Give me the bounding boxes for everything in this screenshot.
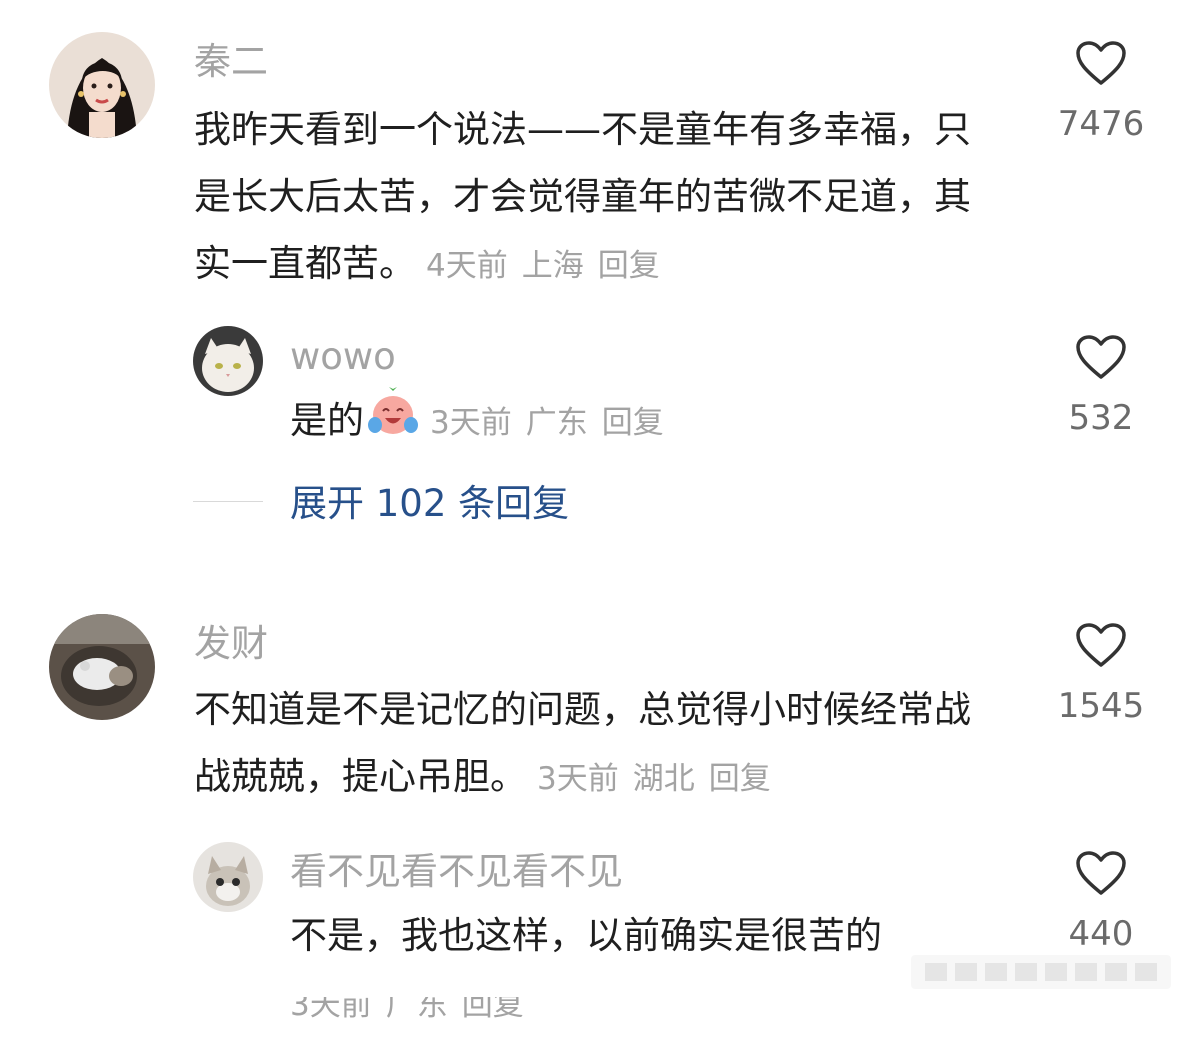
heart-outline-icon[interactable] <box>1075 40 1127 86</box>
heart-outline-icon[interactable] <box>1075 334 1127 380</box>
comment-text-block: 不知道是不是记忆的问题，总觉得小时候经常战战兢兢，提心吊胆。 3天前 湖北 回复 <box>194 676 994 813</box>
reply-meta: 3天前 广东 回复 <box>430 405 664 441</box>
watermark-decoration <box>911 949 1171 997</box>
reply-button[interactable]: 回复 <box>602 405 664 441</box>
reply-text-block: 是的 3天前 广东 回复 <box>290 387 990 458</box>
reply-author[interactable]: 看不见看不见看不见 <box>290 850 623 894</box>
comment-location: 湖北 <box>632 761 695 797</box>
comment-text-block: 我昨天看到一个说法——不是童年有多幸福，只是长大后太苦，才会觉得童年的苦微不足道… <box>194 96 994 300</box>
like-control: 532 <box>1041 334 1161 438</box>
heart-outline-icon[interactable] <box>1075 622 1127 668</box>
avatar[interactable] <box>49 614 155 720</box>
crying-laughing-emoji-icon <box>366 387 420 458</box>
comment-meta: 3天前 湖北 回复 <box>537 761 771 797</box>
expand-divider <box>193 501 263 502</box>
reply-location: 广东 <box>525 405 588 441</box>
like-control: 1545 <box>1041 622 1161 726</box>
reply-button[interactable]: 回复 <box>598 248 660 284</box>
reply-text-block: 不是，我也这样，以前确实是很苦的 3天前 广东 回复 <box>290 902 990 1039</box>
like-control: 440 <box>1041 850 1161 954</box>
avatar[interactable] <box>193 842 263 912</box>
reply-author[interactable]: wowo <box>290 335 396 379</box>
like-control: 7476 <box>1041 40 1161 144</box>
reply-text: 是的 <box>290 399 364 442</box>
comment-meta: 4天前 上海 回复 <box>426 248 660 284</box>
reply-text: 不是，我也这样，以前确实是很苦的 <box>290 914 882 957</box>
reply-time: 3天前 <box>430 405 512 441</box>
reply-button[interactable]: 回复 <box>709 761 771 797</box>
avatar[interactable] <box>49 32 155 138</box>
like-count: 440 <box>1068 914 1134 954</box>
expand-replies-button[interactable]: 展开 102 条回复 <box>290 482 569 526</box>
heart-outline-icon[interactable] <box>1075 850 1127 896</box>
like-count: 1545 <box>1057 686 1145 726</box>
comment-time: 3天前 <box>537 761 619 797</box>
comment-author[interactable]: 秦二 <box>194 40 268 84</box>
comment-time: 4天前 <box>426 248 508 284</box>
avatar[interactable] <box>193 326 263 396</box>
comment-author[interactable]: 发财 <box>194 622 268 666</box>
like-count: 532 <box>1068 398 1134 438</box>
like-count: 7476 <box>1057 104 1145 144</box>
comment-location: 上海 <box>521 248 584 284</box>
